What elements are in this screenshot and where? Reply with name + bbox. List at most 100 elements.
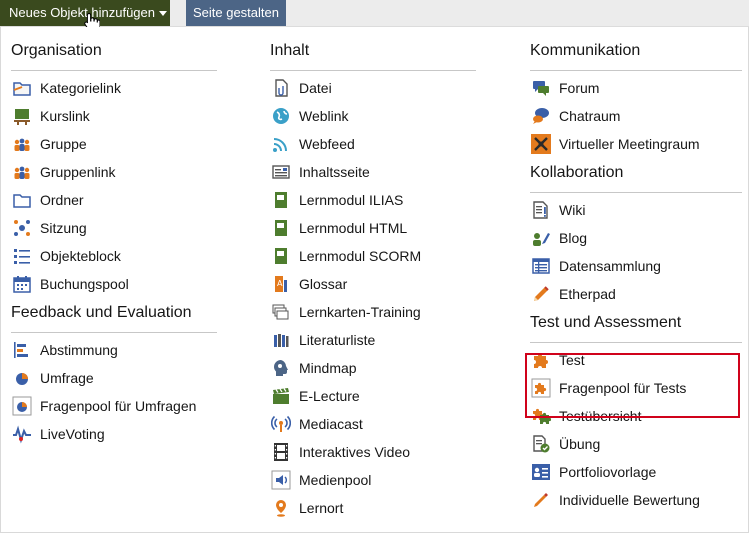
menu-item-inhaltsseite[interactable]: Inhaltsseite [270,158,476,186]
menu-item-mediacast[interactable]: Mediacast [270,410,476,438]
session-icon [11,217,33,239]
column-1: Organisation Kategorielink Kurslink Grup… [11,41,217,448]
content-page-icon [270,161,292,183]
group-title-inhalt: Inhalt [270,41,476,71]
individual-assessment-icon [530,489,552,511]
menu-item-label: Gruppenlink [40,164,116,180]
menu-item-gruppenlink[interactable]: Gruppenlink [11,158,217,186]
menu-item-label: Mediacast [299,416,363,432]
scorm-module-icon [270,245,292,267]
menu-item-individuelle-bewertung[interactable]: Individuelle Bewertung [530,486,742,514]
menu-item-buchungspool[interactable]: Buchungspool [11,270,217,298]
test-question-pool-icon [530,377,552,399]
menu-item-kategorielink[interactable]: Kategorielink [11,74,217,102]
menu-item-test[interactable]: Test [530,346,742,374]
menu-item-uebung[interactable]: Übung [530,430,742,458]
menu-item-label: Glossar [299,276,348,292]
menu-item-label: Abstimmung [40,342,118,358]
menu-item-livevoting[interactable]: LiveVoting [11,420,217,448]
forum-icon [530,77,552,99]
menu-item-label: Fragenpool für Tests [559,380,687,396]
menu-item-blog[interactable]: Blog [530,224,742,252]
rss-icon [270,133,292,155]
glossary-icon: A [270,273,292,295]
menu-item-testuebersicht[interactable]: Testübersicht [530,402,742,430]
menu-item-label: Fragenpool für Umfragen [40,398,197,414]
group-title-kollaboration: Kollaboration [530,163,742,193]
poll-icon [11,339,33,361]
data-collection-icon [530,255,552,277]
menu-item-fragenpool-umfragen[interactable]: Fragenpool für Umfragen [11,392,217,420]
menu-item-lernort[interactable]: Lernort [270,494,476,522]
menu-item-label: Chatraum [559,108,621,124]
menu-item-kurslink[interactable]: Kurslink [11,102,217,130]
menu-item-lernmodul-ilias[interactable]: Lernmodul ILIAS [270,186,476,214]
group-title-feedback: Feedback und Evaluation [11,303,217,333]
menu-item-label: Literaturliste [299,332,376,348]
menu-item-label: Sitzung [40,220,87,236]
calendar-icon [11,273,33,295]
group-title-organisation: Organisation [11,41,217,71]
menu-item-label: Etherpad [559,286,616,302]
menu-item-label: Individuelle Bewertung [559,492,700,508]
pencil-icon [530,283,552,305]
category-link-icon [11,77,33,99]
film-icon [270,441,292,463]
menu-item-weblink[interactable]: Weblink [270,102,476,130]
menu-item-portfoliovorlage[interactable]: Portfoliovorlage [530,458,742,486]
menu-item-e-lecture[interactable]: E-Lecture [270,382,476,410]
media-pool-icon [270,469,292,491]
menu-item-lernmodul-html[interactable]: Lernmodul HTML [270,214,476,242]
course-link-icon [11,105,33,127]
mindmap-icon [270,357,292,379]
menu-item-umfrage[interactable]: Umfrage [11,364,217,392]
test-puzzle-icon [530,349,552,371]
menu-item-meetingraum[interactable]: Virtueller Meetingraum [530,130,742,158]
globe-icon [270,105,292,127]
bibliography-icon [270,329,292,351]
menu-item-fragenpool-tests[interactable]: Fragenpool für Tests [530,374,742,402]
menu-item-label: Umfrage [40,370,94,386]
menu-item-etherpad[interactable]: Etherpad [530,280,742,308]
menu-item-lernmodul-scorm[interactable]: Lernmodul SCORM [270,242,476,270]
page-layout-button[interactable]: Seite gestalten [186,0,286,26]
menu-item-chatraum[interactable]: Chatraum [530,102,742,130]
menu-item-abstimmung[interactable]: Abstimmung [11,336,217,364]
menu-item-wiki[interactable]: Wiki [530,196,742,224]
learning-module-icon [270,189,292,211]
menu-item-label: Gruppe [40,136,87,152]
caret-down-icon [158,11,167,17]
menu-item-label: Lernort [299,500,344,516]
column-3: Kommunikation Forum Chatraum Virtueller … [530,41,742,514]
folder-icon [11,189,33,211]
menu-item-label: LiveVoting [40,426,105,442]
menu-item-interaktives-video[interactable]: Interaktives Video [270,438,476,466]
menu-item-label: Test [559,352,585,368]
menu-item-lernkarten[interactable]: Lernkarten-Training [270,298,476,326]
menu-item-medienpool[interactable]: Medienpool [270,466,476,494]
menu-item-forum[interactable]: Forum [530,74,742,102]
menu-item-webfeed[interactable]: Webfeed [270,130,476,158]
menu-item-label: Datei [299,80,332,96]
menu-item-label: Objekteblock [40,248,121,264]
menu-item-label: Kurslink [40,108,90,124]
menu-item-mindmap[interactable]: Mindmap [270,354,476,382]
menu-item-label: Lernmodul HTML [299,220,408,236]
file-icon [270,77,292,99]
clapperboard-icon [270,385,292,407]
menu-item-literaturliste[interactable]: Literaturliste [270,326,476,354]
menu-item-label: Übung [559,436,601,452]
menu-item-ordner[interactable]: Ordner [11,186,217,214]
portfolio-template-icon [530,461,552,483]
menu-item-sitzung[interactable]: Sitzung [11,214,217,242]
menu-item-gruppe[interactable]: Gruppe [11,130,217,158]
test-overview-icon [530,405,552,427]
menu-item-label: Kategorielink [40,80,121,96]
location-pin-icon [270,497,292,519]
svg-text:A: A [277,279,283,288]
menu-item-objekteblock[interactable]: Objekteblock [11,242,217,270]
menu-item-datensammlung[interactable]: Datensammlung [530,252,742,280]
menu-item-glossar[interactable]: A Glossar [270,270,476,298]
add-object-label: Neues Objekt hinzufügen [9,5,155,20]
menu-item-datei[interactable]: Datei [270,74,476,102]
